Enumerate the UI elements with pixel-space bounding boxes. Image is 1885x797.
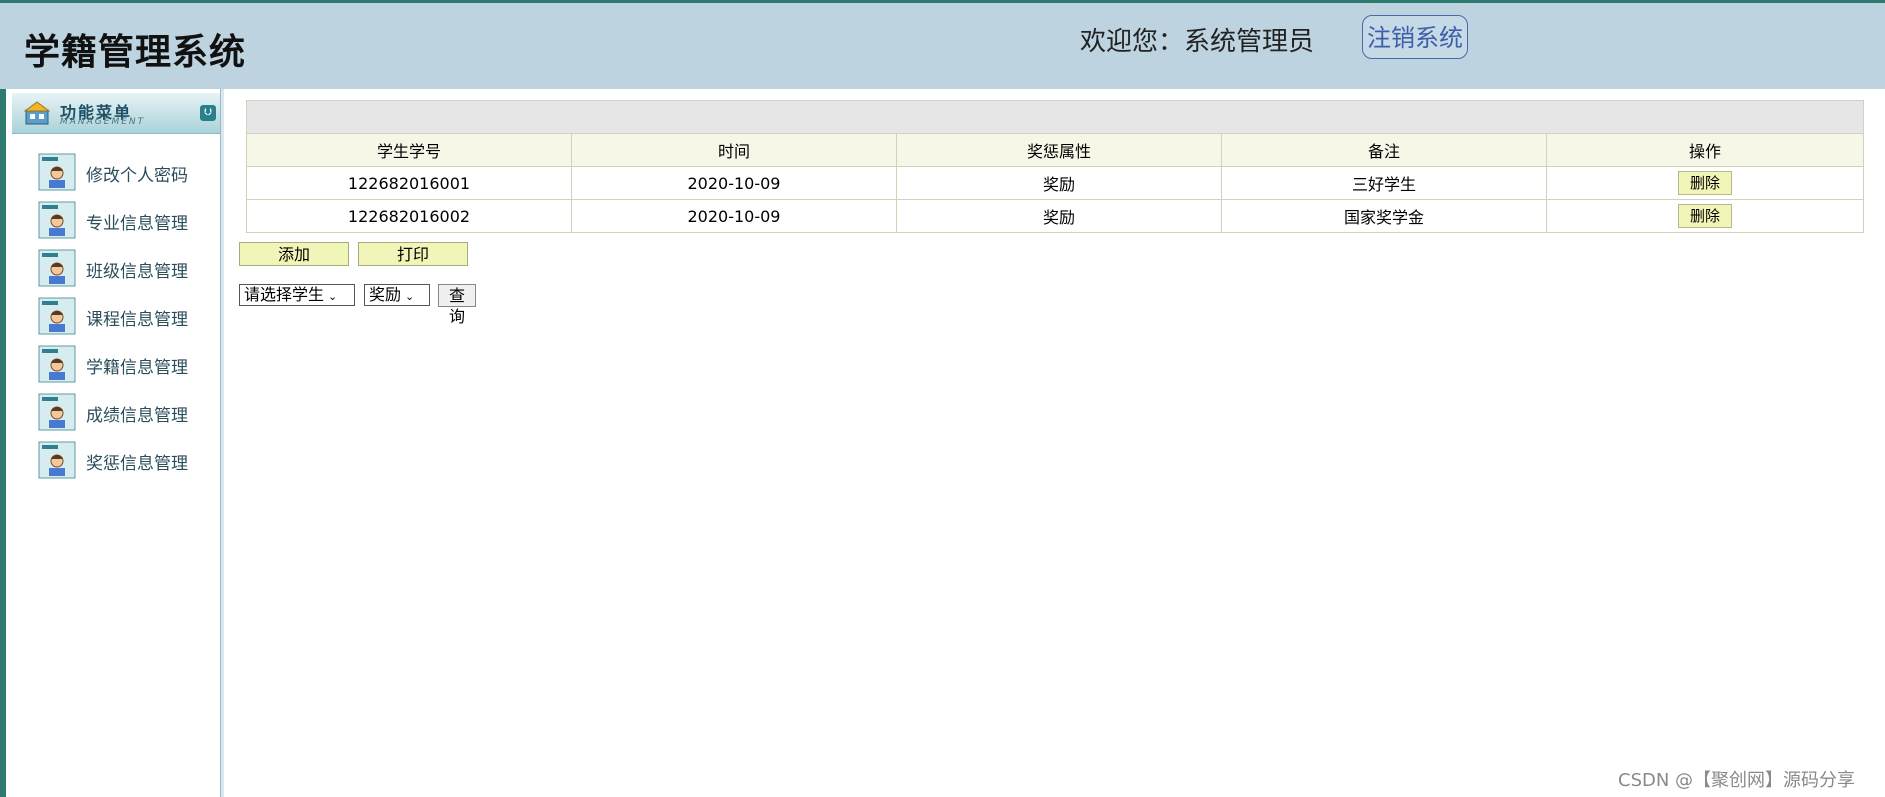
type-select[interactable]: 奖励 ⌄: [364, 284, 430, 306]
records-table: 学生学号 时间 奖惩属性 备注 操作 122682016001 2020-10-…: [246, 100, 1864, 233]
cell-note: 国家奖学金: [1221, 199, 1547, 233]
sidebar-item-label: 成绩信息管理: [86, 406, 188, 426]
welcome-text: 欢迎您：系统管理员: [1080, 27, 1315, 57]
sidebar-item-label: 课程信息管理: [86, 310, 188, 330]
cell-student-id: 122682016002: [246, 199, 572, 233]
sidebar-item-label: 学籍信息管理: [86, 358, 188, 378]
cell-action: 删除: [1546, 166, 1864, 200]
student-card-icon: [38, 297, 76, 335]
watermark-text: CSDN @【聚创网】源码分享: [1618, 770, 1856, 791]
menu-subtitle: MANAGEMENT: [60, 117, 146, 127]
sidebar-item-change-password[interactable]: 修改个人密码: [32, 151, 212, 191]
sidebar-splitter[interactable]: [220, 89, 224, 797]
sidebar-item-label: 班级信息管理: [86, 262, 188, 282]
cell-date: 2020-10-09: [571, 166, 897, 200]
student-select-value: 请选择学生: [244, 285, 325, 304]
sidebar-item-enrollment[interactable]: 学籍信息管理: [32, 343, 212, 383]
student-card-icon: [38, 345, 76, 383]
add-button[interactable]: 添加: [239, 242, 349, 266]
table-row: 122682016001 2020-10-09 奖励 三好学生 删除: [246, 166, 1864, 200]
table-row: 122682016002 2020-10-09 奖励 国家奖学金 删除: [246, 199, 1864, 233]
app-header: 学籍管理系统 欢迎您：系统管理员 注销系统: [0, 3, 1885, 89]
logout-button[interactable]: 注销系统: [1362, 15, 1468, 59]
sidebar-item-grades[interactable]: 成绩信息管理: [32, 391, 212, 431]
delete-button[interactable]: 删除: [1678, 204, 1732, 228]
app-title: 学籍管理系统: [24, 32, 247, 73]
sidebar: 功能菜单 MANAGEMENT ⮋ 修改个人密码 专业信息管理 班级信息管理 课…: [0, 89, 224, 797]
type-select-value: 奖励: [369, 285, 402, 304]
cell-action: 删除: [1546, 199, 1864, 233]
table-header-row: 学生学号 时间 奖惩属性 备注 操作: [246, 133, 1864, 167]
cell-note: 三好学生: [1221, 166, 1547, 200]
column-header-student-id: 学生学号: [246, 133, 572, 167]
sidebar-item-rewards[interactable]: 奖惩信息管理: [32, 439, 212, 479]
query-button[interactable]: 查询: [438, 284, 477, 326]
table-caption-row: [246, 100, 1864, 134]
print-button[interactable]: 打印: [358, 242, 468, 266]
delete-button[interactable]: 删除: [1678, 171, 1732, 195]
menu-home-icon: [24, 101, 50, 125]
cell-student-id: 122682016001: [246, 166, 572, 200]
student-card-icon: [38, 441, 76, 479]
student-select[interactable]: 请选择学生 ⌄: [239, 284, 355, 306]
chevron-down-icon: ⌄: [328, 290, 338, 303]
student-card-icon: [38, 249, 76, 287]
student-card-icon: [38, 153, 76, 191]
sidebar-item-label: 奖惩信息管理: [86, 454, 188, 474]
sidebar-item-label: 专业信息管理: [86, 214, 188, 234]
student-card-icon: [38, 201, 76, 239]
sidebar-item-label: 修改个人密码: [86, 166, 188, 186]
cell-date: 2020-10-09: [571, 199, 897, 233]
sidebar-item-class[interactable]: 班级信息管理: [32, 247, 212, 287]
student-card-icon: [38, 393, 76, 431]
column-header-type: 奖惩属性: [896, 133, 1222, 167]
column-header-action: 操作: [1546, 133, 1864, 167]
sidebar-item-major[interactable]: 专业信息管理: [32, 199, 212, 239]
cell-type: 奖励: [896, 199, 1222, 233]
cell-type: 奖励: [896, 166, 1222, 200]
collapse-chevron-icon[interactable]: ⮋: [200, 105, 216, 121]
menu-header: 功能菜单 MANAGEMENT ⮋: [12, 93, 224, 134]
column-header-note: 备注: [1221, 133, 1547, 167]
column-header-date: 时间: [571, 133, 897, 167]
chevron-down-icon: ⌄: [405, 290, 415, 303]
sidebar-item-course[interactable]: 课程信息管理: [32, 295, 212, 335]
